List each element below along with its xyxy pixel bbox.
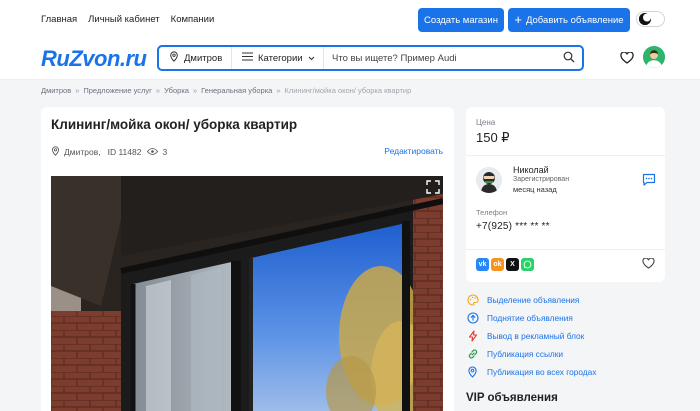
breadcrumb-separator: »: [276, 86, 281, 95]
nav-account-link[interactable]: Личный кабинет: [88, 14, 159, 25]
vip-heading: VIP объявления: [466, 392, 558, 404]
create-shop-button[interactable]: Создать магазин: [418, 8, 504, 32]
search-icon: [563, 51, 575, 65]
price-label: Цена: [476, 118, 496, 127]
breadcrumb-current: Клининг/мойка окон/ уборка квартир: [284, 86, 412, 95]
categories-label: Категории: [258, 52, 303, 64]
seller-card: Цена 150 ₽ Николай Зарегистрирован месяц…: [466, 107, 665, 282]
vk-icon[interactable]: vk: [476, 258, 489, 271]
moon-icon: [639, 13, 651, 25]
x-icon[interactable]: X: [506, 258, 519, 271]
action-label: Поднятие объявления: [487, 312, 573, 323]
listing-title: Клининг/мойка окон/ уборка квартир: [51, 117, 298, 132]
breadcrumb-separator: »: [75, 86, 80, 95]
phone-number[interactable]: +7(925) *** ** **: [476, 221, 550, 232]
share-buttons: vk ok X: [476, 258, 534, 271]
list-icon: [242, 52, 253, 64]
action-label: Публикация ссылки: [487, 348, 564, 359]
action-label: Публикация во всех городах: [487, 366, 597, 377]
eye-icon: [147, 147, 159, 157]
create-shop-label: Создать магазин: [424, 14, 498, 26]
seller-since: месяц назад: [513, 185, 557, 194]
arrow-up-icon: [466, 311, 479, 324]
nav-companies-link[interactable]: Компании: [171, 14, 215, 25]
breadcrumb: Дмитров » Предложение услуг » Уборка » Г…: [41, 86, 411, 95]
listing-id: ID 11482: [107, 147, 142, 157]
chevron-down-icon: [308, 53, 315, 64]
divider: [466, 155, 665, 156]
link-icon: [466, 347, 479, 360]
action-label: Выделение объявления: [487, 294, 580, 305]
seller-avatar[interactable]: [476, 167, 502, 193]
plus-icon: +: [514, 12, 522, 27]
categories-dropdown[interactable]: Категории: [232, 47, 324, 69]
lightning-icon: [466, 329, 479, 342]
header: RuZvon.ru Дмитров Категории: [0, 38, 700, 80]
listing-photo[interactable]: [51, 176, 443, 411]
listing-meta: Дмитров, ID 11482 3: [51, 146, 167, 158]
listing-city: Дмитров,: [64, 147, 101, 157]
action-all-cities[interactable]: Публикация во всех городах: [466, 365, 596, 378]
breadcrumb-separator: »: [155, 86, 161, 95]
theme-toggle[interactable]: [636, 11, 665, 27]
listing-views: 3: [162, 147, 168, 157]
top-nav: Главная Личный кабинет Компании: [41, 14, 214, 25]
search-button[interactable]: [556, 47, 582, 69]
seller-status: Зарегистрирован: [513, 176, 570, 183]
ok-icon[interactable]: ok: [491, 258, 504, 271]
phone-label: Телефон: [476, 208, 508, 217]
search-bar: Дмитров Категории: [157, 45, 584, 71]
breadcrumb-item[interactable]: Предложение услуг: [83, 86, 152, 95]
location-pin-icon: [51, 146, 60, 158]
listing-card: Клининг/мойка окон/ уборка квартир Дмитр…: [41, 107, 454, 411]
favorites-heart-icon[interactable]: [620, 51, 634, 66]
search-input[interactable]: [324, 47, 556, 69]
price-value: 150 ₽: [476, 130, 510, 145]
action-label: Вывод в рекламный блок: [487, 330, 585, 341]
divider: [466, 249, 665, 250]
edit-link[interactable]: Редактировать: [384, 146, 443, 156]
add-listing-label: Добавить объявление: [525, 14, 624, 26]
breadcrumb-item[interactable]: Дмитров: [41, 86, 71, 95]
nav-home-link[interactable]: Главная: [41, 14, 77, 25]
action-raise[interactable]: Поднятие объявления: [466, 311, 573, 324]
chat-icon[interactable]: [642, 173, 656, 188]
location-label: Дмитров: [184, 52, 223, 64]
logo[interactable]: RuZvon.ru: [41, 46, 147, 72]
breadcrumb-separator: »: [192, 86, 198, 95]
location-pin-icon: [169, 51, 179, 65]
palette-icon: [466, 293, 479, 306]
user-avatar[interactable]: [643, 46, 665, 68]
whatsapp-icon[interactable]: [521, 258, 534, 271]
breadcrumb-item[interactable]: Генеральная уборка: [201, 86, 272, 95]
seller-name[interactable]: Николай: [513, 165, 549, 175]
location-icon: [466, 365, 479, 378]
location-selector[interactable]: Дмитров: [159, 47, 232, 69]
action-publish-link[interactable]: Публикация ссылки: [466, 347, 563, 360]
top-bar: Главная Личный кабинет Компании Создать …: [0, 0, 700, 38]
favorite-heart-icon[interactable]: [642, 257, 655, 271]
action-ad-block[interactable]: Вывод в рекламный блок: [466, 329, 584, 342]
breadcrumb-item[interactable]: Уборка: [164, 86, 189, 95]
add-listing-button[interactable]: + Добавить объявление: [508, 8, 630, 32]
action-highlight[interactable]: Выделение объявления: [466, 293, 579, 306]
